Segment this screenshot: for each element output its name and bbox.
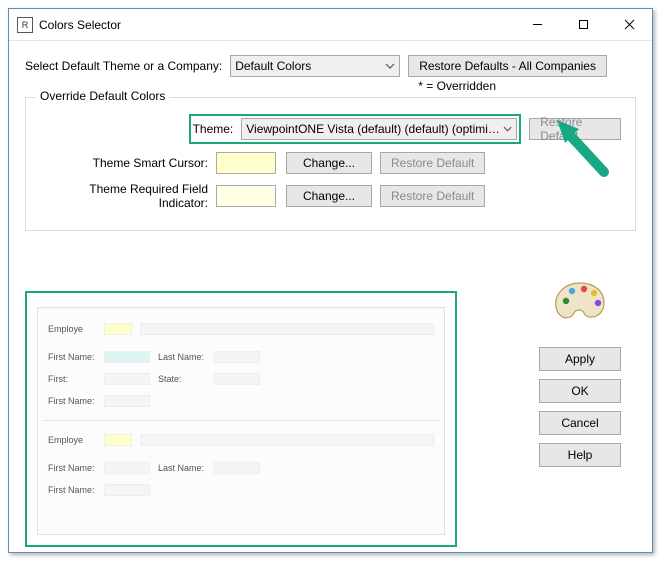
preview-field xyxy=(214,462,260,474)
apply-button[interactable]: Apply xyxy=(539,347,621,371)
smart-cursor-label: Theme Smart Cursor: xyxy=(40,156,216,170)
preview-row: First: State: xyxy=(48,370,434,388)
preview-label-employe: Employe xyxy=(48,324,96,334)
minimize-button[interactable] xyxy=(514,9,560,40)
window-buttons xyxy=(514,9,652,40)
preview-row: Employe xyxy=(48,431,434,449)
default-theme-combo[interactable]: Default Colors xyxy=(230,55,400,77)
right-button-column: Apply OK Cancel Help xyxy=(532,279,628,475)
required-field-row: Theme Required Field Indicator: Change..… xyxy=(40,182,621,210)
theme-restore-button[interactable]: Restore Default xyxy=(529,118,621,140)
titlebar: R Colors Selector xyxy=(9,9,652,41)
required-field-label: Theme Required Field Indicator: xyxy=(40,182,216,210)
default-theme-value: Default Colors xyxy=(235,59,311,73)
preview-field xyxy=(104,462,150,474)
required-field-swatch xyxy=(216,185,276,207)
preview-field xyxy=(214,351,260,363)
preview-label-state: State: xyxy=(158,374,206,384)
preview-label-employe: Employe xyxy=(48,435,96,445)
preview-field xyxy=(104,434,132,446)
preview-row: First Name: Last Name: xyxy=(48,459,434,477)
preview-label-first: First: xyxy=(48,374,96,384)
ok-button[interactable]: OK xyxy=(539,379,621,403)
help-button[interactable]: Help xyxy=(539,443,621,467)
chevron-down-icon xyxy=(503,124,512,134)
preview-field xyxy=(104,351,150,363)
theme-highlight-annotation: Theme: ViewpointONE Vista (default) (def… xyxy=(189,114,522,144)
preview-field xyxy=(140,434,434,446)
top-row: Select Default Theme or a Company: Defau… xyxy=(25,55,636,77)
chevron-down-icon xyxy=(385,61,395,71)
preview-row: Employe xyxy=(48,320,434,338)
smart-cursor-change-button[interactable]: Change... xyxy=(286,152,372,174)
preview-label-first-name: First Name: xyxy=(48,463,96,473)
close-button[interactable] xyxy=(606,9,652,40)
override-group: Override Default Colors x Theme: Viewpoi… xyxy=(25,97,636,231)
preview-field xyxy=(104,484,150,496)
restore-all-button[interactable]: Restore Defaults - All Companies xyxy=(408,55,607,77)
preview-field xyxy=(104,373,150,385)
cancel-button[interactable]: Cancel xyxy=(539,411,621,435)
preview-panel-highlight: Employe First Name: Last Name: First: St… xyxy=(25,291,457,547)
maximize-button[interactable] xyxy=(560,9,606,40)
theme-row: x Theme: ViewpointONE Vista (default) (d… xyxy=(40,114,621,144)
preview-label-first-name: First Name: xyxy=(48,352,96,362)
group-title: Override Default Colors xyxy=(36,89,169,103)
preview-row: First Name: xyxy=(48,392,434,410)
preview-label-first-name: First Name: xyxy=(48,396,96,406)
preview-panel: Employe First Name: Last Name: First: St… xyxy=(37,307,445,535)
required-field-change-button[interactable]: Change... xyxy=(286,185,372,207)
smart-cursor-row: Theme Smart Cursor: Change... Restore De… xyxy=(40,152,621,174)
theme-label: Theme: xyxy=(193,122,234,136)
preview-field xyxy=(214,373,260,385)
preview-label-last-name: Last Name: xyxy=(158,352,206,362)
preview-divider xyxy=(42,420,440,421)
theme-combo[interactable]: ViewpointONE Vista (default) (default) (… xyxy=(241,118,517,140)
palette-icon xyxy=(552,279,608,323)
preview-field xyxy=(104,323,132,335)
app-icon: R xyxy=(17,17,33,33)
preview-label-last-name: Last Name: xyxy=(158,463,206,473)
preview-label-first-name: First Name: xyxy=(48,485,96,495)
preview-field xyxy=(140,323,434,335)
select-theme-label: Select Default Theme or a Company: xyxy=(25,59,222,73)
colors-selector-window: R Colors Selector Select Default Theme o… xyxy=(8,8,653,553)
preview-row: First Name: Last Name: xyxy=(48,348,434,366)
smart-cursor-swatch xyxy=(216,152,276,174)
required-field-restore-button[interactable]: Restore Default xyxy=(380,185,485,207)
smart-cursor-restore-button[interactable]: Restore Default xyxy=(380,152,485,174)
theme-combo-value: ViewpointONE Vista (default) (default) (… xyxy=(246,122,503,136)
content-area: Select Default Theme or a Company: Defau… xyxy=(9,41,652,557)
preview-field xyxy=(104,395,150,407)
preview-row: First Name: xyxy=(48,481,434,499)
window-title: Colors Selector xyxy=(39,18,514,32)
